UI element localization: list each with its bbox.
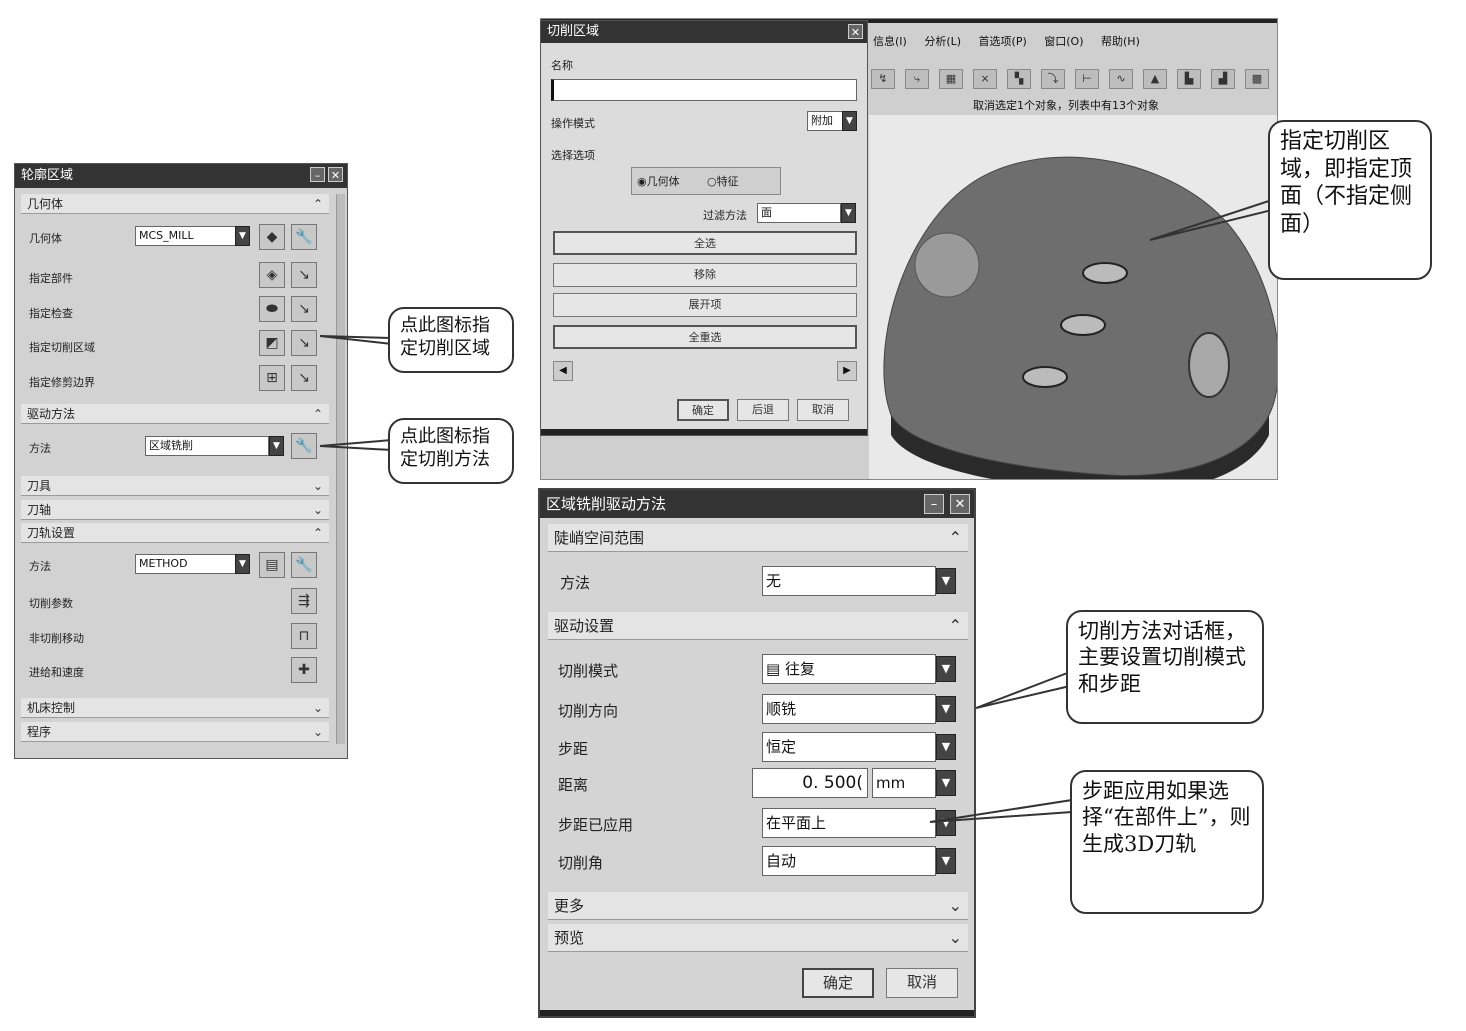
leader-line-3	[1149, 199, 1273, 241]
leader-line-4	[975, 671, 1071, 709]
callout-cut-area: 点此图标指定切削区域	[388, 307, 514, 373]
callout-stepover-applied: 步距应用如果选择“在部件上”，则生成3D刀轨	[1070, 770, 1264, 914]
leader-line-5	[929, 799, 1073, 823]
callout-drive-dialog: 切削方法对话框，主要设置切削模式和步距	[1066, 610, 1264, 724]
callout-cut-method: 点此图标指定切削方法	[388, 418, 514, 484]
leader-line-2	[319, 439, 393, 451]
leader-line-1	[319, 335, 393, 345]
callout-top-face: 指定切削区域，即指定顶面（不指定侧面）	[1268, 120, 1432, 280]
